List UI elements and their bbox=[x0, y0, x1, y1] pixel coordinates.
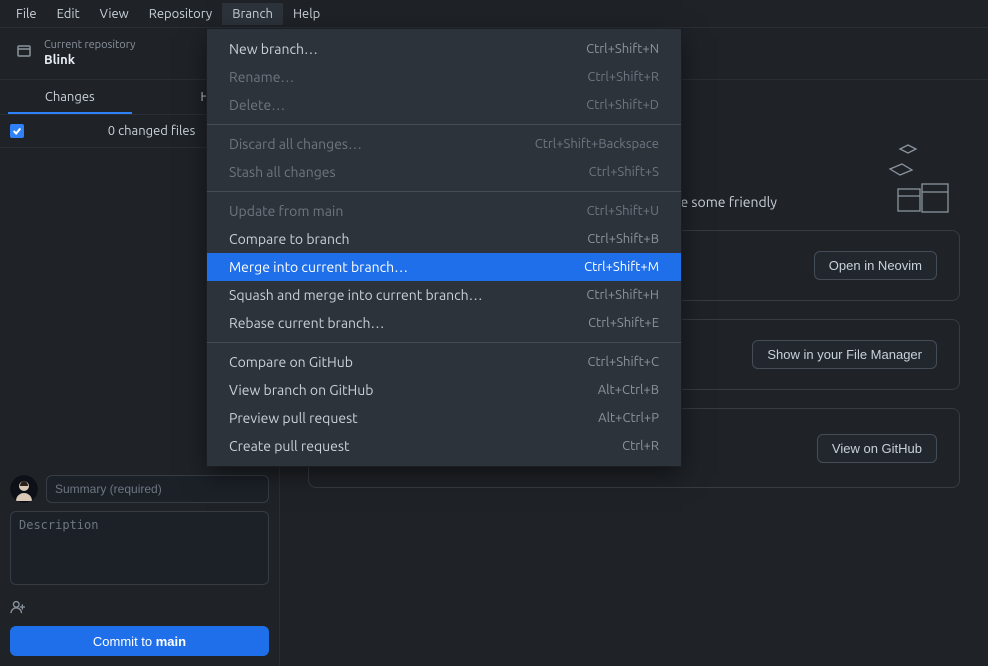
menu-item-label: Update from main bbox=[229, 203, 587, 219]
menu-item-label: Rebase current branch… bbox=[229, 315, 588, 331]
menu-item-label: Delete… bbox=[229, 97, 586, 113]
menu-item-label: Merge into current branch… bbox=[229, 259, 584, 275]
person-plus-icon bbox=[10, 598, 26, 614]
menu-item[interactable]: Rebase current branch…Ctrl+Shift+E bbox=[207, 309, 681, 337]
menu-separator bbox=[207, 191, 681, 192]
menu-edit[interactable]: Edit bbox=[47, 3, 90, 25]
menu-item-label: Rename… bbox=[229, 69, 587, 85]
menu-item: Rename…Ctrl+Shift+R bbox=[207, 63, 681, 91]
menu-item-accelerator: Alt+Ctrl+P bbox=[598, 411, 659, 425]
menu-item-accelerator: Ctrl+Shift+H bbox=[586, 288, 659, 302]
menu-item-label: Compare on GitHub bbox=[229, 354, 587, 370]
menu-item: Update from mainCtrl+Shift+U bbox=[207, 197, 681, 225]
commit-button-prefix: Commit to bbox=[93, 634, 156, 649]
open-editor-button[interactable]: Open in Neovim bbox=[814, 251, 937, 280]
menu-item-label: Preview pull request bbox=[229, 410, 598, 426]
menu-item-accelerator: Ctrl+Shift+S bbox=[589, 165, 659, 179]
menu-item[interactable]: Compare on GitHubCtrl+Shift+C bbox=[207, 348, 681, 376]
repo-label: Current repository bbox=[44, 38, 135, 52]
add-coauthor-button[interactable] bbox=[10, 596, 269, 616]
commit-button-branch: main bbox=[156, 634, 186, 649]
menu-separator bbox=[207, 124, 681, 125]
menu-item-accelerator: Ctrl+Shift+Backspace bbox=[535, 137, 659, 151]
avatar bbox=[10, 475, 38, 503]
menu-item-label: Create pull request bbox=[229, 438, 622, 454]
menu-item-accelerator: Ctrl+R bbox=[622, 439, 659, 453]
menu-item[interactable]: Squash and merge into current branch…Ctr… bbox=[207, 281, 681, 309]
summary-input[interactable] bbox=[46, 475, 269, 503]
repo-name: Blink bbox=[44, 52, 135, 69]
tab-changes[interactable]: Changes bbox=[0, 80, 140, 114]
menu-view[interactable]: View bbox=[90, 3, 139, 25]
menu-item[interactable]: Create pull requestCtrl+R bbox=[207, 432, 681, 460]
menu-item: Stash all changesCtrl+Shift+S bbox=[207, 158, 681, 186]
menu-item[interactable]: Merge into current branch…Ctrl+Shift+M bbox=[207, 253, 681, 281]
menu-branch[interactable]: Branch bbox=[222, 3, 283, 25]
menu-item-accelerator: Ctrl+Shift+M bbox=[584, 260, 659, 274]
menu-separator bbox=[207, 342, 681, 343]
menu-item-label: New branch… bbox=[229, 41, 586, 57]
menu-item-label: Squash and merge into current branch… bbox=[229, 287, 586, 303]
menu-item: Delete…Ctrl+Shift+D bbox=[207, 91, 681, 119]
menu-item[interactable]: Compare to branchCtrl+Shift+B bbox=[207, 225, 681, 253]
menu-help[interactable]: Help bbox=[283, 3, 330, 25]
repo-icon bbox=[16, 44, 32, 63]
branch-dropdown: New branch…Ctrl+Shift+NRename…Ctrl+Shift… bbox=[206, 28, 682, 467]
menu-item-label: View branch on GitHub bbox=[229, 382, 598, 398]
menu-item-accelerator: Ctrl+Shift+N bbox=[586, 42, 659, 56]
select-all-checkbox[interactable] bbox=[10, 124, 24, 138]
menu-item-label: Discard all changes… bbox=[229, 136, 535, 152]
commit-button[interactable]: Commit to main bbox=[10, 626, 269, 656]
menu-item[interactable]: View branch on GitHubAlt+Ctrl+B bbox=[207, 376, 681, 404]
menu-item: Discard all changes…Ctrl+Shift+Backspace bbox=[207, 130, 681, 158]
menubar: File Edit View Repository Branch Help bbox=[0, 0, 988, 28]
menu-item-label: Stash all changes bbox=[229, 164, 589, 180]
menu-item-accelerator: Ctrl+Shift+R bbox=[587, 70, 659, 84]
menu-item-accelerator: Alt+Ctrl+B bbox=[598, 383, 659, 397]
menu-item-accelerator: Ctrl+Shift+B bbox=[587, 232, 659, 246]
menu-item[interactable]: Preview pull requestAlt+Ctrl+P bbox=[207, 404, 681, 432]
menu-item-accelerator: Ctrl+Shift+E bbox=[588, 316, 659, 330]
menu-item-accelerator: Ctrl+Shift+U bbox=[587, 204, 659, 218]
boxes-illustration bbox=[870, 134, 970, 234]
menu-item-label: Compare to branch bbox=[229, 231, 587, 247]
menu-file[interactable]: File bbox=[6, 3, 47, 25]
commit-form: Commit to main bbox=[0, 465, 279, 666]
view-github-button[interactable]: View on GitHub bbox=[817, 434, 937, 463]
menu-item-accelerator: Ctrl+Shift+C bbox=[587, 355, 659, 369]
show-file-manager-button[interactable]: Show in your File Manager bbox=[752, 340, 937, 369]
menu-repository[interactable]: Repository bbox=[139, 3, 222, 25]
description-input[interactable] bbox=[10, 511, 269, 585]
menu-item-accelerator: Ctrl+Shift+D bbox=[586, 98, 659, 112]
menu-item[interactable]: New branch…Ctrl+Shift+N bbox=[207, 35, 681, 63]
